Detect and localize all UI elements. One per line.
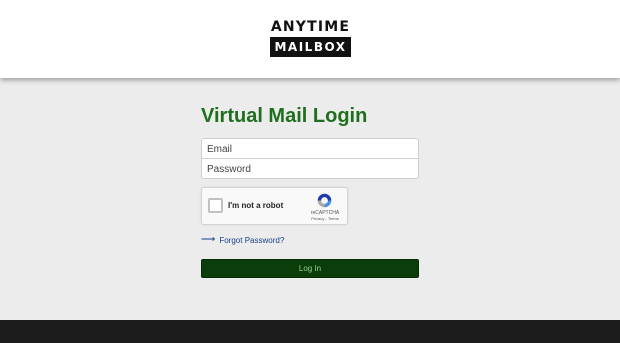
page-title: Virtual Mail Login bbox=[201, 105, 368, 127]
email-field-wrapper bbox=[201, 138, 419, 159]
email-field[interactable] bbox=[207, 140, 418, 159]
password-field[interactable] bbox=[207, 160, 418, 179]
forgot-password-label: Forgot Password? bbox=[219, 235, 285, 245]
anytime-mailbox-logo[interactable]: ANYTIME MAILBOX bbox=[270, 19, 351, 58]
site-footer bbox=[0, 320, 620, 343]
password-field-wrapper bbox=[201, 158, 419, 179]
logo-text-top: ANYTIME bbox=[270, 19, 351, 35]
login-button[interactable]: Log In bbox=[201, 259, 419, 278]
forgot-password-link[interactable]: ⟶ Forgot Password? bbox=[201, 234, 284, 246]
recaptcha-checkbox[interactable] bbox=[208, 198, 223, 213]
arrow-right-icon: ⟶ bbox=[201, 234, 216, 245]
logo-text-bottom: MAILBOX bbox=[270, 37, 351, 57]
recaptcha-logo-icon bbox=[317, 193, 332, 208]
recaptcha-links[interactable]: Privacy - Terms bbox=[305, 216, 345, 221]
site-header: ANYTIME MAILBOX bbox=[0, 0, 620, 78]
recaptcha-checkbox-label: I'm not a robot bbox=[228, 201, 284, 210]
recaptcha-widget: I'm not a robot reCAPTCHA Privacy - Term… bbox=[201, 187, 348, 225]
